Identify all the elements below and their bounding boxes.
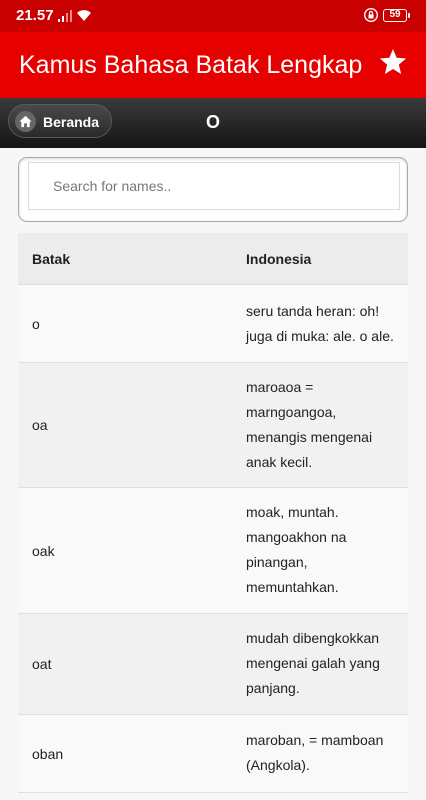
batak-word: o	[32, 315, 40, 332]
table-row[interactable]: oak moak, muntah. mangoakhon na pinangan…	[18, 488, 408, 614]
app-bar: Kamus Bahasa Batak Lengkap	[0, 32, 426, 98]
app-title: Kamus Bahasa Batak Lengkap	[19, 51, 363, 79]
wifi-icon	[77, 10, 91, 21]
search-container	[18, 157, 408, 222]
status-bar: 21.57 59	[0, 0, 426, 32]
search-input[interactable]	[28, 162, 400, 210]
table-header: Batak Indonesia	[18, 233, 408, 285]
indonesia-meaning: seru tanda heran: oh! juga di muka: ale.…	[246, 303, 394, 344]
batak-word: oa	[32, 417, 48, 433]
table-row[interactable]: oat mudah dibengkokkan mengenai galah ya…	[18, 614, 408, 715]
home-button[interactable]: Beranda	[8, 104, 112, 138]
home-icon	[15, 111, 36, 132]
column-header-batak: Batak	[32, 251, 71, 267]
home-button-label: Beranda	[43, 114, 100, 130]
nav-bar: Beranda O	[0, 98, 426, 148]
star-icon[interactable]	[378, 47, 408, 77]
table-row[interactable]: oa maroaoa = marngoangoa, menangis menge…	[18, 363, 408, 488]
page-title: O	[206, 112, 221, 132]
indonesia-meaning: mudah dibengkokkan mengenai galah yang p…	[246, 630, 380, 696]
table-row[interactable]: oban maroban, = mamboan (Angkola).	[18, 715, 408, 793]
batak-word: oak	[32, 542, 55, 559]
lock-icon	[364, 8, 378, 22]
indonesia-meaning: maroaoa = marngoangoa, menangis mengenai…	[246, 379, 373, 470]
status-time: 21.57	[16, 7, 54, 24]
indonesia-meaning: maroban, = mamboan (Angkola).	[246, 732, 384, 773]
batak-word: oat	[32, 656, 52, 672]
column-header-indonesia: Indonesia	[246, 251, 312, 267]
dictionary-table: Batak Indonesia o seru tanda heran: oh! …	[18, 233, 408, 793]
batak-word: oban	[32, 745, 64, 762]
indonesia-meaning: moak, muntah. mangoakhon na pinangan, me…	[246, 504, 347, 595]
signal-icon	[58, 10, 72, 22]
table-row[interactable]: o seru tanda heran: oh! juga di muka: al…	[18, 285, 408, 363]
battery-icon: 59	[383, 9, 410, 22]
